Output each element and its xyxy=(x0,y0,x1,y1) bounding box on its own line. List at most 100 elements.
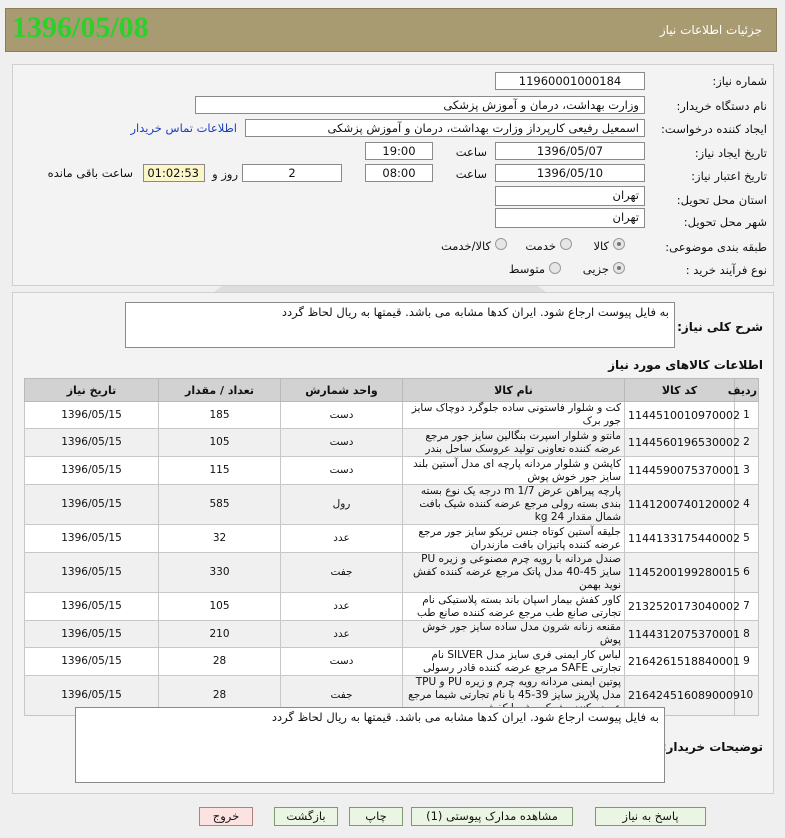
item-code: 1144590075370001 xyxy=(624,456,740,485)
table-row: 4 1141200740120002 پارچه پیراهن عرض m 1/7 … xyxy=(24,484,759,525)
item-need-date: 1396/05/15 xyxy=(24,647,159,676)
buyer-notes-label: توضیحات خریدار: xyxy=(661,740,763,754)
item-need-date: 1396/05/15 xyxy=(24,401,159,429)
buyer-org-field: وزارت بهداشت، درمان و آموزش پزشکی xyxy=(195,96,645,114)
item-quantity: 105 xyxy=(158,428,281,457)
created-date-label: تاریخ ایجاد نیاز: xyxy=(694,146,767,160)
print-button[interactable]: چاپ xyxy=(349,807,403,826)
buyer-contact-link[interactable]: اطلاعات تماس خریدار xyxy=(130,121,237,135)
buyer-notes-text: به فایل پیوست ارجاع شود. ایران کدها مشاب… xyxy=(75,707,665,783)
item-unit: دست xyxy=(280,456,403,485)
item-unit: عدد xyxy=(280,592,403,621)
item-name: صندل مردانه با رویه چرم مصنوعی و زیره PU… xyxy=(402,552,625,593)
item-need-date: 1396/05/15 xyxy=(24,552,159,593)
province-label: استان محل تحویل: xyxy=(676,193,767,207)
table-row: 2 1144560196530002 مانتو و شلوار اسپرت بنگ… xyxy=(24,428,759,457)
page-title: جزئیات اطلاعات نیاز xyxy=(659,23,762,37)
item-need-date: 1396/05/15 xyxy=(24,484,159,525)
category-service-label: خدمت xyxy=(525,239,556,253)
item-quantity: 585 xyxy=(158,484,281,525)
table-row: 3 1144590075370001 کاپشن و شلوار مردانه پا… xyxy=(24,456,759,485)
table-row: 9 2164261518840001 لباس کار ایمنی فری سایز… xyxy=(24,647,759,676)
item-name: کاپشن و شلوار مردانه پارچه ای مدل آستین … xyxy=(402,456,625,485)
item-code: 1144312075370001 xyxy=(624,620,740,648)
items-section-title: اطلاعات کالاهای مورد نیاز xyxy=(608,358,763,372)
category-service-radio[interactable] xyxy=(560,238,572,250)
item-code: 2164261518840001 xyxy=(624,647,740,676)
attachments-button[interactable]: مشاهده مدارک پیوستی (1) xyxy=(411,807,573,826)
item-code: 1141200740120002 xyxy=(624,484,740,525)
created-time-label: ساعت xyxy=(455,145,487,159)
validity-date-field: 1396/05/10 xyxy=(495,164,645,182)
items-table-header: ردیف کد کالا نام کالا واحد شمارش تعداد /… xyxy=(24,378,759,402)
col-name-header: نام کالا xyxy=(402,378,625,402)
item-quantity: 210 xyxy=(158,620,281,648)
buyer-org-label: نام دستگاه خریدار: xyxy=(676,99,767,113)
process-label: نوع فرآیند خرید : xyxy=(685,263,767,277)
category-goods-label: کالا xyxy=(593,239,609,253)
item-quantity: 330 xyxy=(158,552,281,593)
item-unit: جفت xyxy=(280,552,403,593)
item-code: 2132520173040002 xyxy=(624,592,740,621)
header-date: 1396/05/08 xyxy=(12,11,149,44)
item-name: کاور کفش بیمار اسپان باند بسته پلاستیکی … xyxy=(402,592,625,621)
item-name: جلیقه آستین کوتاه جنس تریکو سایز جور مرج… xyxy=(402,524,625,553)
validity-date-label: تاریخ اعتبار نیاز: xyxy=(691,169,767,183)
item-code: 1145200199280015 xyxy=(624,552,740,593)
category-goods-radio[interactable] xyxy=(613,238,625,250)
item-name: مانتو و شلوار اسپرت بنگالین سایز جور مرج… xyxy=(402,428,625,457)
item-need-date: 1396/05/15 xyxy=(24,620,159,648)
item-quantity: 185 xyxy=(158,401,281,429)
item-code: 1144560196530002 xyxy=(624,428,740,457)
col-unit-header: واحد شمارش xyxy=(280,378,403,402)
item-name: کت و شلوار فاستونی ساده جلوگرد دوچاک سای… xyxy=(402,401,625,429)
process-medium-label: متوسط xyxy=(508,262,545,276)
item-unit: دست xyxy=(280,428,403,457)
exit-button[interactable]: خروج xyxy=(199,807,253,826)
table-row: 8 1144312075370001 مقنعه زنانه شرون مدل سا… xyxy=(24,620,759,648)
category-goods-service-radio[interactable] xyxy=(495,238,507,250)
table-row: 7 2132520173040002 کاور کفش بیمار اسپان با… xyxy=(24,592,759,621)
city-label: شهر محل تحویل: xyxy=(683,215,767,229)
remaining-days-field: 2 xyxy=(242,164,342,182)
item-unit: دست xyxy=(280,401,403,429)
remaining-time-label: ساعت باقی مانده xyxy=(47,166,133,180)
item-name: لباس کار ایمنی فری سایز مدل SILVER نام ت… xyxy=(402,647,625,676)
item-name: مقنعه زنانه شرون مدل ساده سایز جور خوش پ… xyxy=(402,620,625,648)
category-goods-service-label: کالا/خدمت xyxy=(440,239,491,253)
item-quantity: 105 xyxy=(158,592,281,621)
table-row: 6 1145200199280015 صندل مردانه با رویه چرم… xyxy=(24,552,759,593)
item-need-date: 1396/05/15 xyxy=(24,592,159,621)
col-code-header: کد کالا xyxy=(624,378,735,402)
process-minor-radio[interactable] xyxy=(613,262,625,274)
items-table: ردیف کد کالا نام کالا واحد شمارش تعداد /… xyxy=(24,378,759,716)
province-field: تهران xyxy=(495,186,645,206)
requester-label: ایجاد کننده درخواست: xyxy=(661,122,767,136)
item-unit: رول xyxy=(280,484,403,525)
item-quantity: 115 xyxy=(158,456,281,485)
category-label: طبقه بندی موضوعی: xyxy=(665,240,767,254)
item-unit: عدد xyxy=(280,620,403,648)
requester-field: اسمعیل رفیعی کارپرداز وزارت بهداشت، درما… xyxy=(245,119,645,137)
validity-time-field: 08:00 xyxy=(365,164,433,182)
created-date-field: 1396/05/07 xyxy=(495,142,645,160)
item-need-date: 1396/05/15 xyxy=(24,456,159,485)
item-code: 1144510010970002 xyxy=(624,401,740,429)
respond-button[interactable]: پاسخ به نیاز xyxy=(595,807,706,826)
item-unit: عدد xyxy=(280,524,403,553)
need-number-field: 1196000100018‌4 xyxy=(495,72,645,90)
remaining-time-field: 01:02:53 xyxy=(143,164,205,182)
item-unit: دست xyxy=(280,647,403,676)
city-field: تهران xyxy=(495,208,645,228)
table-row: 5 1144133175440002 جلیقه آستین کوتاه جنس ت… xyxy=(24,524,759,553)
validity-time-label: ساعت xyxy=(455,167,487,181)
item-quantity: 32 xyxy=(158,524,281,553)
col-qty-header: تعداد / مقدار xyxy=(158,378,281,402)
col-date-header: تاریخ نیاز xyxy=(24,378,159,402)
item-quantity: 28 xyxy=(158,647,281,676)
back-button[interactable]: بازگشت xyxy=(274,807,338,826)
col-row-header: ردیف xyxy=(728,378,759,402)
item-need-date: 1396/05/15 xyxy=(24,428,159,457)
page-header: جزئیات اطلاعات نیاز 1396/05/08 xyxy=(5,8,777,52)
process-medium-radio[interactable] xyxy=(549,262,561,274)
